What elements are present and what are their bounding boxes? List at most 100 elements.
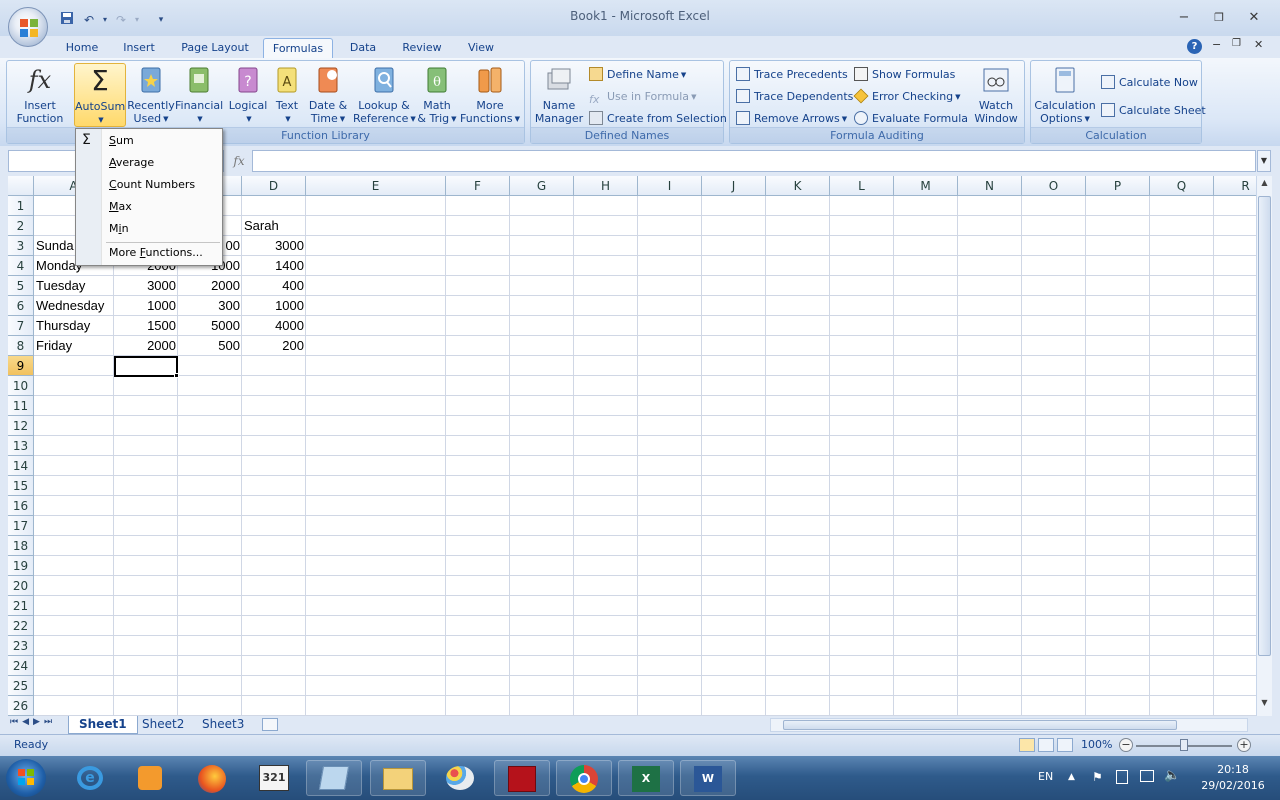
- column-header-g[interactable]: G: [510, 176, 574, 196]
- calculate-sheet-button[interactable]: Calculate Sheet: [1101, 101, 1206, 121]
- insert-sheet-icon[interactable]: [262, 718, 278, 731]
- autosum-button[interactable]: Σ AutoSum ▼: [74, 63, 126, 127]
- normal-view-icon[interactable]: [1019, 738, 1035, 752]
- action-center-flag-icon[interactable]: ⚑: [1092, 770, 1103, 784]
- trace-precedents-button[interactable]: Trace Precedents: [736, 65, 848, 85]
- row-header-9[interactable]: 9: [8, 356, 34, 376]
- cell-b6[interactable]: 1000: [114, 296, 178, 316]
- chrome-icon[interactable]: [556, 760, 612, 796]
- text-button[interactable]: A Text ▼: [271, 63, 303, 127]
- internet-explorer-icon[interactable]: e: [62, 760, 118, 796]
- page-layout-view-icon[interactable]: [1038, 738, 1054, 752]
- row-header-18[interactable]: 18: [8, 536, 34, 556]
- row-header-22[interactable]: 22: [8, 616, 34, 636]
- cell-d2[interactable]: Sarah: [242, 216, 306, 236]
- scroll-down-icon[interactable]: ▼: [1259, 698, 1270, 712]
- logical-button[interactable]: ? Logical ▼: [225, 63, 271, 127]
- workbook-close-icon[interactable]: ✕: [1254, 38, 1263, 51]
- page-break-view-icon[interactable]: [1057, 738, 1073, 752]
- office-button[interactable]: [8, 7, 48, 47]
- column-header-k[interactable]: K: [766, 176, 830, 196]
- column-header-n[interactable]: N: [958, 176, 1022, 196]
- column-header-h[interactable]: H: [574, 176, 638, 196]
- create-from-selection-button[interactable]: Create from Selection: [589, 109, 727, 129]
- cell-b5[interactable]: 3000: [114, 276, 178, 296]
- close-icon[interactable]: ✕: [1242, 9, 1266, 27]
- notepad-icon[interactable]: [306, 760, 362, 796]
- column-header-l[interactable]: L: [830, 176, 894, 196]
- zoom-level[interactable]: 100%: [1081, 738, 1112, 751]
- active-cell-b9[interactable]: [114, 356, 178, 377]
- row-header-5[interactable]: 5: [8, 276, 34, 296]
- formula-input[interactable]: [252, 150, 1256, 172]
- firefox-icon[interactable]: [184, 760, 240, 796]
- row-header-7[interactable]: 7: [8, 316, 34, 336]
- clock[interactable]: 20:18 29/02/2016: [1196, 762, 1270, 794]
- cell-a7[interactable]: Thursday: [34, 316, 114, 336]
- sheet-tab-sheet3[interactable]: Sheet3: [192, 716, 254, 734]
- row-header-19[interactable]: 19: [8, 556, 34, 576]
- financial-button[interactable]: Financial ▼: [175, 63, 223, 127]
- row-header-3[interactable]: 3: [8, 236, 34, 256]
- start-button[interactable]: [6, 759, 46, 797]
- more-functions-button[interactable]: More Functions ▼: [459, 63, 521, 127]
- cell-d4[interactable]: 1400: [242, 256, 306, 276]
- column-header-i[interactable]: I: [638, 176, 702, 196]
- row-header-13[interactable]: 13: [8, 436, 34, 456]
- cell-b8[interactable]: 2000: [114, 336, 178, 356]
- menu-item-sum[interactable]: Sum: [109, 131, 219, 151]
- column-header-d[interactable]: D: [242, 176, 306, 196]
- media-player-classic-icon[interactable]: 321: [246, 760, 302, 796]
- cell-a6[interactable]: Wednesday: [34, 296, 114, 316]
- language-indicator[interactable]: EN: [1038, 770, 1053, 783]
- name-manager-button[interactable]: Name Manager: [533, 63, 585, 127]
- trace-dependents-button[interactable]: Trace Dependents: [736, 87, 853, 107]
- cell-d3[interactable]: 3000: [242, 236, 306, 256]
- horizontal-scrollbar[interactable]: [770, 718, 1248, 732]
- column-header-f[interactable]: F: [446, 176, 510, 196]
- row-header-8[interactable]: 8: [8, 336, 34, 356]
- cell-a5[interactable]: Tuesday: [34, 276, 114, 296]
- tab-data[interactable]: Data: [342, 38, 384, 58]
- customize-qat-icon[interactable]: ▾: [152, 11, 170, 29]
- row-header-6[interactable]: 6: [8, 296, 34, 316]
- date-time-button[interactable]: Date & Time ▼: [305, 63, 351, 127]
- device-icon[interactable]: [1116, 770, 1128, 784]
- fill-handle[interactable]: [174, 373, 179, 378]
- define-name-button[interactable]: Define Name ▼: [589, 65, 686, 85]
- column-header-e[interactable]: E: [306, 176, 446, 196]
- calculation-options-button[interactable]: Calculation Options ▼: [1033, 63, 1097, 127]
- column-header-r[interactable]: R: [1214, 176, 1256, 196]
- math-trig-button[interactable]: θ Math & Trig ▼: [415, 63, 459, 127]
- tab-insert[interactable]: Insert: [116, 38, 162, 58]
- row-header-23[interactable]: 23: [8, 636, 34, 656]
- tab-review[interactable]: Review: [396, 38, 448, 58]
- recently-used-button[interactable]: Recently Used ▼: [127, 63, 175, 127]
- lookup-reference-button[interactable]: Lookup & Reference ▼: [353, 63, 416, 127]
- column-header-o[interactable]: O: [1022, 176, 1086, 196]
- zoom-slider-thumb[interactable]: [1180, 739, 1188, 751]
- cell-d6[interactable]: 1000: [242, 296, 306, 316]
- column-header-m[interactable]: M: [894, 176, 958, 196]
- cell-c8[interactable]: 500: [178, 336, 242, 356]
- menu-item-max[interactable]: Max: [109, 197, 219, 217]
- cell-c7[interactable]: 5000: [178, 316, 242, 336]
- show-hidden-icons-icon[interactable]: ▲: [1068, 772, 1075, 782]
- row-header-20[interactable]: 20: [8, 576, 34, 596]
- calculate-now-button[interactable]: Calculate Now: [1101, 73, 1198, 93]
- help-icon[interactable]: ?: [1187, 39, 1202, 54]
- evaluate-formula-button[interactable]: Evaluate Formula: [854, 109, 968, 129]
- cell-c5[interactable]: 2000: [178, 276, 242, 296]
- menu-item-min[interactable]: Min: [109, 219, 219, 239]
- media-player-icon[interactable]: [122, 760, 178, 796]
- volume-icon[interactable]: 🔈: [1164, 768, 1180, 783]
- menu-item-count-numbers[interactable]: Count Numbers: [109, 175, 219, 195]
- row-header-26[interactable]: 26: [8, 696, 34, 716]
- sheet-nav-icons[interactable]: ⏮◀▶⏭: [10, 717, 56, 727]
- tab-view[interactable]: View: [460, 38, 502, 58]
- column-header-j[interactable]: J: [702, 176, 766, 196]
- zoom-in-icon[interactable]: +: [1237, 738, 1251, 752]
- sheet-tab-sheet1[interactable]: Sheet1: [68, 716, 138, 734]
- row-header-1[interactable]: 1: [8, 196, 34, 216]
- paint-icon[interactable]: [432, 760, 488, 796]
